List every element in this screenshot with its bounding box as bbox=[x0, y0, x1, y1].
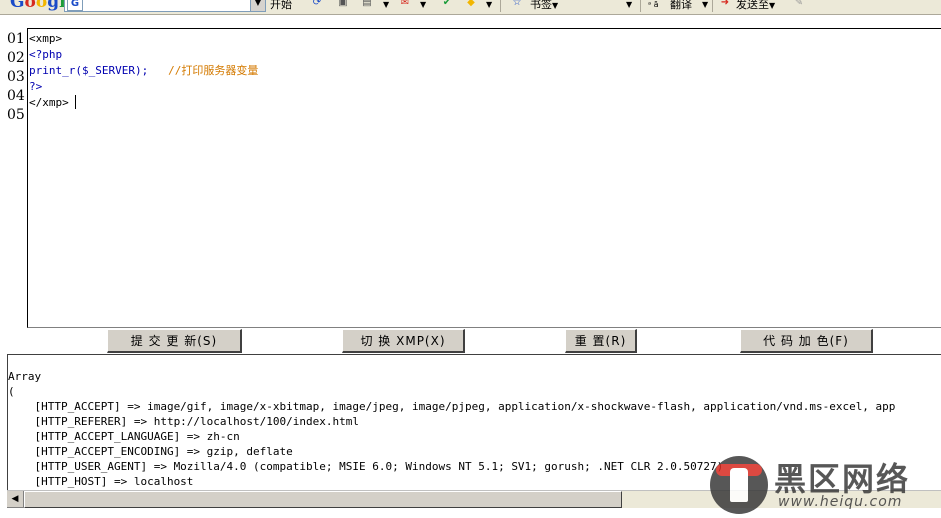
chevron-down-icon[interactable]: ▼ bbox=[250, 0, 265, 11]
reset-button[interactable]: 重 置(R) bbox=[565, 329, 637, 353]
gmail-icon[interactable]: ✉ bbox=[398, 0, 412, 10]
chevron-down-icon[interactable]: ▼ bbox=[626, 0, 632, 14]
chevron-down-icon[interactable]: ▼ bbox=[420, 0, 426, 14]
pencil-icon[interactable]: ✎ bbox=[792, 0, 806, 10]
line-numbers: 01 02 03 04 05 bbox=[7, 30, 27, 125]
line-number: 04 bbox=[7, 88, 25, 104]
code-line: ?> bbox=[29, 79, 941, 95]
code-token: //打印服务器变量 bbox=[148, 64, 259, 77]
chevron-down-icon[interactable]: ▼ bbox=[702, 0, 708, 14]
line-number: 05 bbox=[7, 107, 25, 123]
toolbar-divider bbox=[500, 0, 501, 12]
code-token: </xmp> bbox=[29, 96, 69, 109]
news-icon[interactable]: ▣ bbox=[336, 0, 350, 10]
code-line: print_r($_SERVER); //打印服务器变量 bbox=[29, 63, 941, 79]
translate-icon[interactable]: ᵃ ā bbox=[648, 0, 659, 14]
browser-toolbar: Google G ▼ 开始 ⟳ ▣ ▤ ▼ ✉ ▼ ✔ ◆ ▼ ☆ 书签▼ ▼ … bbox=[0, 0, 941, 15]
line-number: 02 bbox=[7, 50, 25, 66]
submit-update-button[interactable]: 提 交 更 新(S) bbox=[107, 329, 242, 353]
watermark-url: www.heiqu.com bbox=[778, 494, 903, 510]
code-token: <?php bbox=[29, 48, 63, 61]
start-button[interactable]: 开始 bbox=[270, 0, 292, 14]
bookmarks-button[interactable]: 书签▼ bbox=[530, 0, 558, 14]
google-g-icon: G bbox=[67, 0, 83, 11]
watermark-logo-icon bbox=[710, 456, 768, 514]
code-line: <?php bbox=[29, 47, 941, 63]
chevron-down-icon: ▼ bbox=[769, 1, 776, 10]
code-token: <xmp> bbox=[29, 32, 63, 45]
code-line: </xmp> bbox=[29, 95, 941, 111]
output-line: ( bbox=[8, 385, 15, 398]
refresh-icon[interactable]: ⟳ bbox=[310, 0, 324, 10]
send-icon[interactable]: ➜ bbox=[718, 0, 732, 10]
toolbar-divider bbox=[712, 0, 713, 12]
switch-xmp-button[interactable]: 切 换 XMP(X) bbox=[342, 329, 465, 353]
text-field[interactable] bbox=[576, 0, 626, 6]
chevron-down-icon[interactable]: ▼ bbox=[486, 0, 492, 14]
colorize-code-button[interactable]: 代 码 加 色(F) bbox=[740, 329, 873, 353]
code-line: <xmp> bbox=[29, 31, 941, 47]
code-editor[interactable]: <xmp> <?php print_r($_SERVER); //打印服务器变量 ?>… bbox=[27, 28, 941, 328]
toolbar-divider bbox=[640, 0, 641, 12]
output-line: [HTTP_REFERER] => http://localhost/100/i… bbox=[8, 415, 359, 428]
text-cursor bbox=[74, 95, 76, 109]
chevron-down-icon[interactable]: ▼ bbox=[383, 0, 389, 14]
puzzle-icon[interactable]: ◆ bbox=[464, 0, 478, 10]
star-icon[interactable]: ☆ bbox=[510, 0, 524, 10]
send-to-button[interactable]: 发送至▼ bbox=[736, 0, 775, 14]
scroll-left-icon[interactable]: ◀ bbox=[7, 491, 24, 508]
output-line: [HTTP_ACCEPT] => image/gif, image/x-xbit… bbox=[8, 400, 896, 413]
check-icon[interactable]: ✔ bbox=[440, 0, 454, 10]
code-token: print_r($_SERVER); bbox=[29, 64, 149, 77]
line-number: 03 bbox=[7, 69, 25, 85]
page-icon[interactable]: ▤ bbox=[360, 0, 374, 10]
output-line: [HTTP_ACCEPT_LANGUAGE] => zh-cn bbox=[8, 430, 240, 443]
line-number: 01 bbox=[7, 31, 25, 47]
watermark: 黑区网络 www.heiqu.com bbox=[706, 452, 941, 518]
code-token: ?> bbox=[29, 80, 43, 93]
output-line: Array bbox=[8, 370, 42, 383]
google-search-combobox[interactable]: G ▼ bbox=[64, 0, 266, 12]
scrollbar-thumb[interactable] bbox=[24, 491, 622, 508]
chevron-down-icon: ▼ bbox=[552, 1, 559, 10]
translate-button[interactable]: 翻译 bbox=[670, 0, 692, 14]
